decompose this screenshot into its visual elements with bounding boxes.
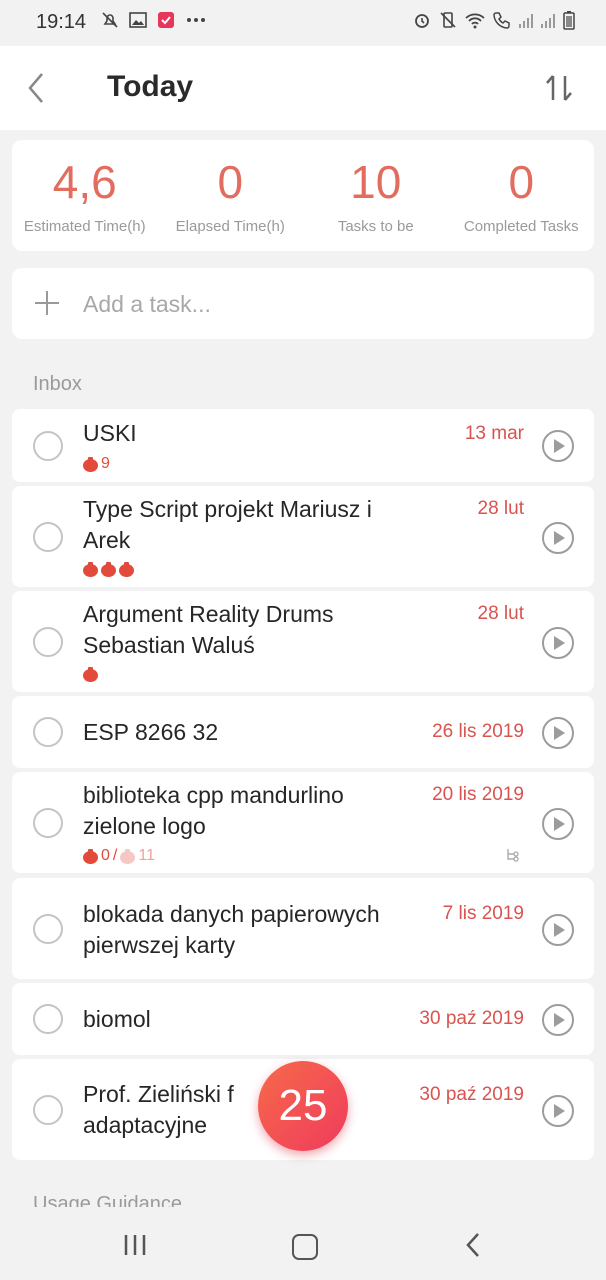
stat-value: 10 <box>350 156 402 208</box>
tomato-icon <box>83 667 98 682</box>
tomato-icon <box>83 562 98 577</box>
task-checkbox[interactable] <box>33 914 63 944</box>
wifi-icon <box>465 13 485 29</box>
app-notification-icon <box>158 12 174 28</box>
task-row[interactable]: Type Script projekt Mariusz i Arek 28 lu… <box>12 486 594 587</box>
pomodoro-count: 9 <box>101 455 110 472</box>
task-checkbox[interactable] <box>33 431 63 461</box>
vibrate-off-icon <box>440 12 456 28</box>
stat-value: 0 <box>508 156 535 208</box>
stat-tasks-to-complete: 10 Tasks to be Completed <box>303 140 449 251</box>
gallery-icon <box>129 12 147 28</box>
task-row[interactable]: USKI 13 mar 9 <box>12 409 594 482</box>
task-name: Prof. Zieliński f adaptacyjne <box>83 1079 403 1141</box>
start-timer-button[interactable] <box>542 627 574 659</box>
task-checkbox[interactable] <box>33 808 63 838</box>
signal-icon <box>519 14 533 28</box>
task-checkbox[interactable] <box>33 627 63 657</box>
pomodoro-estimate: 9 <box>83 455 110 473</box>
start-timer-button[interactable] <box>542 1095 574 1127</box>
pomodoro-progress: 0 / 11 <box>83 847 155 865</box>
task-due-date: 7 lis 2019 <box>442 903 524 924</box>
signal-icon <box>541 14 555 28</box>
task-name: Argument Reality Drums Sebastian Waluś <box>83 601 334 658</box>
pomodoro-total: 11 <box>138 847 155 864</box>
more-dots-icon <box>187 18 205 22</box>
task-name: ESP 8266 32 <box>83 719 219 745</box>
task-name: USKI <box>83 420 137 446</box>
home-icon[interactable] <box>292 1234 318 1260</box>
task-due-date: 28 lut <box>477 603 524 624</box>
status-time: 19:14 <box>36 11 87 33</box>
pomodoro-estimate <box>83 562 134 577</box>
back-chevron-icon[interactable] <box>22 68 52 108</box>
task-checkbox[interactable] <box>33 1004 63 1034</box>
tomato-icon <box>101 562 116 577</box>
tomato-icon <box>119 562 134 577</box>
task-due-date: 28 lut <box>477 498 524 519</box>
stat-completed-tasks: 0 Completed Tasks <box>449 140 595 251</box>
status-bar: 19:14 <box>0 0 606 46</box>
task-due-date: 26 lis 2019 <box>432 721 524 742</box>
subtask-icon <box>507 849 519 862</box>
battery-icon <box>563 11 575 30</box>
stat-value: 0 <box>217 156 244 208</box>
tomato-icon <box>83 456 98 472</box>
task-row[interactable]: Argument Reality Drums Sebastian Waluś 2… <box>12 591 594 692</box>
task-row[interactable]: biomol 30 paź 2019 <box>12 983 594 1055</box>
task-name: biblioteka cpp mandurlino zielone logo <box>83 782 344 839</box>
task-checkbox[interactable] <box>33 717 63 747</box>
start-timer-button[interactable] <box>542 430 574 462</box>
task-due-date: 30 paź 2019 <box>419 1008 524 1029</box>
stat-value: 4,6 <box>52 156 117 208</box>
sort-icon[interactable] <box>542 70 576 106</box>
tomato-faint-icon <box>120 848 136 864</box>
task-name: biomol <box>83 1006 151 1032</box>
task-row[interactable]: blokada danych papierowych pierwszej kar… <box>12 878 594 979</box>
system-back-icon[interactable] <box>462 1232 486 1258</box>
plus-icon <box>35 291 59 315</box>
pomodoro-separator: / <box>112 847 118 864</box>
stat-label: Tasks to be Completed <box>337 218 414 238</box>
stat-estimated-time: 4,6 Estimated Time(h) <box>12 140 158 251</box>
system-nav-bar <box>0 1207 606 1280</box>
task-checkbox[interactable] <box>33 522 63 552</box>
task-name: blokada danych papierowych pierwszej kar… <box>83 901 380 958</box>
start-timer-button[interactable] <box>542 522 574 554</box>
recent-apps-icon[interactable] <box>122 1234 148 1256</box>
task-name-line: adaptacyjne <box>83 1112 208 1138</box>
start-timer-button[interactable] <box>542 1004 574 1036</box>
add-task-placeholder: Add a task... <box>83 291 211 317</box>
wifi-call-icon <box>493 12 510 29</box>
start-timer-button[interactable] <box>542 808 574 840</box>
task-row[interactable]: ESP 8266 32 26 lis 2019 <box>12 696 594 768</box>
task-due-date: 30 paź 2019 <box>419 1084 524 1105</box>
stat-label: Completed Tasks <box>463 218 579 235</box>
task-name: Type Script projekt Mariusz i Arek <box>83 496 372 553</box>
pomodoro-timer-button[interactable]: 25 <box>258 1061 348 1151</box>
add-task-field[interactable]: Add a task... <box>12 268 594 339</box>
pomodoro-done: 0 <box>101 847 110 864</box>
stat-elapsed-time: 0 Elapsed Time(h) <box>158 140 304 251</box>
start-timer-button[interactable] <box>542 914 574 946</box>
section-header-usage-guidance: Usage Guidance <box>33 1193 182 1207</box>
page-title: Today <box>107 70 194 103</box>
mute-notification-icon <box>102 12 118 28</box>
tomato-icon <box>83 848 98 864</box>
task-due-date: 20 lis 2019 <box>432 784 524 805</box>
task-due-date: 13 mar <box>464 423 524 444</box>
stat-label: Elapsed Time(h) <box>175 218 285 235</box>
app-header: Today <box>0 46 606 130</box>
start-timer-button[interactable] <box>542 717 574 749</box>
section-header-inbox: Inbox <box>33 373 82 395</box>
pomodoro-estimate <box>83 667 98 682</box>
stats-card: 4,6 Estimated Time(h) 0 Elapsed Time(h) … <box>12 140 594 251</box>
task-row[interactable]: biblioteka cpp mandurlino zielone logo 2… <box>12 772 594 873</box>
alarm-icon <box>415 14 429 28</box>
task-name-line: Prof. Zieliński f <box>83 1081 234 1107</box>
task-checkbox[interactable] <box>33 1095 63 1125</box>
stat-label: Estimated Time(h) <box>23 218 146 235</box>
